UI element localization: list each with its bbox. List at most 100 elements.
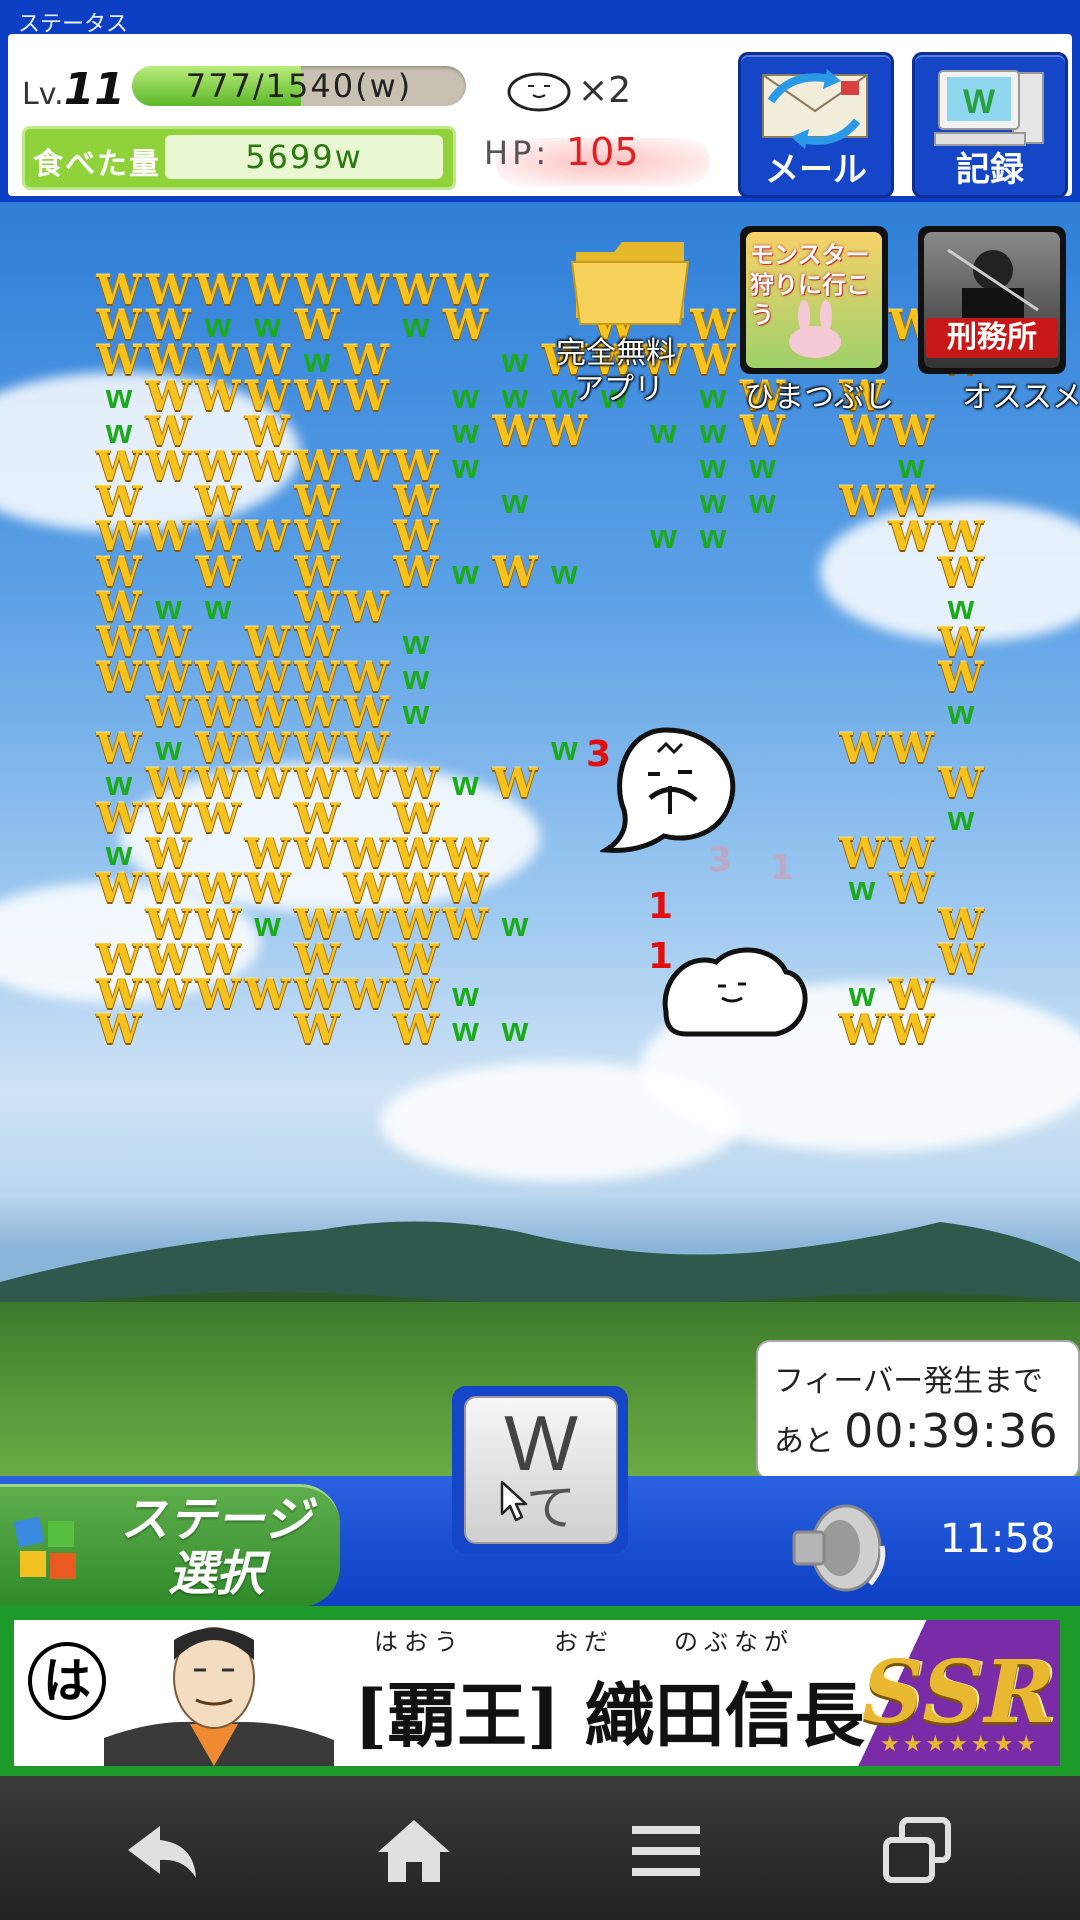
green-w-block[interactable]: w [391,694,441,732]
gold-w-block[interactable]: W [490,411,540,451]
green-w-block[interactable]: w [441,413,491,451]
gold-w-block[interactable]: W [887,869,937,909]
gold-w-block[interactable]: W [441,904,491,944]
w-key-button[interactable]: W て [452,1386,628,1554]
app-tile-prison[interactable]: 刑務所 [918,226,1066,374]
green-w-block[interactable]: w [441,976,491,1014]
green-w-block[interactable]: w [391,307,441,345]
gold-w-block[interactable]: W [193,376,243,416]
gold-w-block[interactable]: W [936,763,986,803]
app-tile-monster-hunt[interactable]: モンスター狩りに行こう [740,226,888,374]
green-w-block[interactable]: w [837,870,887,908]
gold-w-block[interactable]: W [342,376,392,416]
gold-w-block[interactable]: W [936,552,986,592]
gold-w-block[interactable]: W [193,799,243,839]
gold-w-block[interactable]: W [144,693,194,733]
ad-banner[interactable]: は はおう おだ のぶなが [覇王] 織田信長 SSR ★★★★★★★ [0,1606,1080,1776]
app2-caption[interactable]: オススメ [962,372,1080,416]
gold-w-block[interactable]: W [490,552,540,592]
record-button[interactable]: W 記録 [912,52,1068,198]
gold-w-block[interactable]: W [94,1010,144,1050]
gold-w-block[interactable]: W [490,763,540,803]
gold-w-block[interactable]: W [193,975,243,1015]
gold-w-block[interactable]: W [292,834,342,874]
back-icon[interactable] [122,1816,202,1886]
green-w-block[interactable]: w [738,483,788,521]
gold-w-block[interactable]: W [342,271,392,311]
green-w-block[interactable]: w [639,518,689,556]
gold-w-block[interactable]: W [887,411,937,451]
gold-w-block[interactable]: W [144,975,194,1015]
gold-w-block[interactable]: W [887,1010,937,1050]
gold-w-block[interactable]: W [292,1010,342,1050]
green-w-block[interactable]: w [688,483,738,521]
gold-w-block[interactable]: W [837,411,887,451]
gold-w-block[interactable]: W [193,552,243,592]
gold-w-block[interactable]: W [342,587,392,627]
gold-w-block[interactable]: W [144,447,194,487]
recent-apps-icon[interactable] [878,1816,958,1886]
green-w-block[interactable]: w [441,554,491,592]
green-w-block[interactable]: w [193,589,243,627]
free-app-caption-line2[interactable]: アプリ [574,364,664,408]
gold-w-block[interactable]: W [887,728,937,768]
green-w-block[interactable]: w [688,413,738,451]
green-w-block[interactable]: w [936,800,986,838]
app1-caption[interactable]: ひまつぶし [744,372,894,416]
gold-w-block[interactable]: W [540,411,590,451]
stage-select-button[interactable]: ステージ 選択 [0,1484,340,1607]
green-w-block[interactable]: w [688,378,738,416]
gold-w-block[interactable]: W [292,306,342,346]
gold-w-block[interactable]: W [243,447,293,487]
green-w-block[interactable]: w [441,1011,491,1049]
gold-w-block[interactable]: W [94,658,144,698]
gold-w-block[interactable]: W [887,517,937,557]
gold-w-block[interactable]: W [837,728,887,768]
gold-w-block[interactable]: W [243,975,293,1015]
green-w-block[interactable]: w [540,554,590,592]
gold-w-block[interactable]: W [94,869,144,909]
green-w-block[interactable]: w [936,694,986,732]
gold-w-block[interactable]: W [688,341,738,381]
green-w-block[interactable]: w [391,624,441,662]
gold-w-block[interactable]: W [738,411,788,451]
menu-icon[interactable] [626,1816,706,1886]
gold-w-block[interactable]: W [342,763,392,803]
gold-w-block[interactable]: W [193,271,243,311]
green-w-block[interactable]: w [639,413,689,451]
gold-w-block[interactable]: W [94,799,144,839]
green-w-block[interactable]: w [490,342,540,380]
gold-w-block[interactable]: W [936,939,986,979]
green-w-block[interactable]: w [738,448,788,486]
gold-w-block[interactable]: W [342,975,392,1015]
green-w-block[interactable]: w [688,518,738,556]
green-w-block[interactable]: w [490,906,540,944]
game-field[interactable]: WWWWWWWWWWwwWwWWWWWWWWWwWwWWWWWwWWWWWwww… [0,202,1080,1476]
green-w-block[interactable]: w [441,765,491,803]
gold-w-block[interactable]: W [243,763,293,803]
gold-w-block[interactable]: W [342,904,392,944]
gold-w-block[interactable]: W [936,658,986,698]
gold-w-block[interactable]: W [837,482,887,522]
gold-w-block[interactable]: W [144,517,194,557]
green-w-block[interactable]: w [441,378,491,416]
gold-w-block[interactable]: W [391,1010,441,1050]
gold-w-block[interactable]: W [94,728,144,768]
green-w-block[interactable]: w [391,659,441,697]
green-w-block[interactable]: w [490,483,540,521]
home-icon[interactable] [374,1816,454,1886]
green-w-block[interactable]: w [243,906,293,944]
green-w-block[interactable]: w [94,378,144,416]
speaker-icon[interactable] [786,1496,896,1596]
gold-w-block[interactable]: W [342,447,392,487]
green-w-block[interactable]: w [441,448,491,486]
gold-w-block[interactable]: W [391,552,441,592]
green-w-block[interactable]: w [688,448,738,486]
gold-w-block[interactable]: W [243,869,293,909]
green-w-block[interactable]: w [540,730,590,768]
gold-w-block[interactable]: W [391,271,441,311]
gold-w-block[interactable]: W [292,376,342,416]
gold-w-block[interactable]: W [243,271,293,311]
mail-button[interactable]: メール [738,52,894,198]
green-w-block[interactable]: w [490,1011,540,1049]
